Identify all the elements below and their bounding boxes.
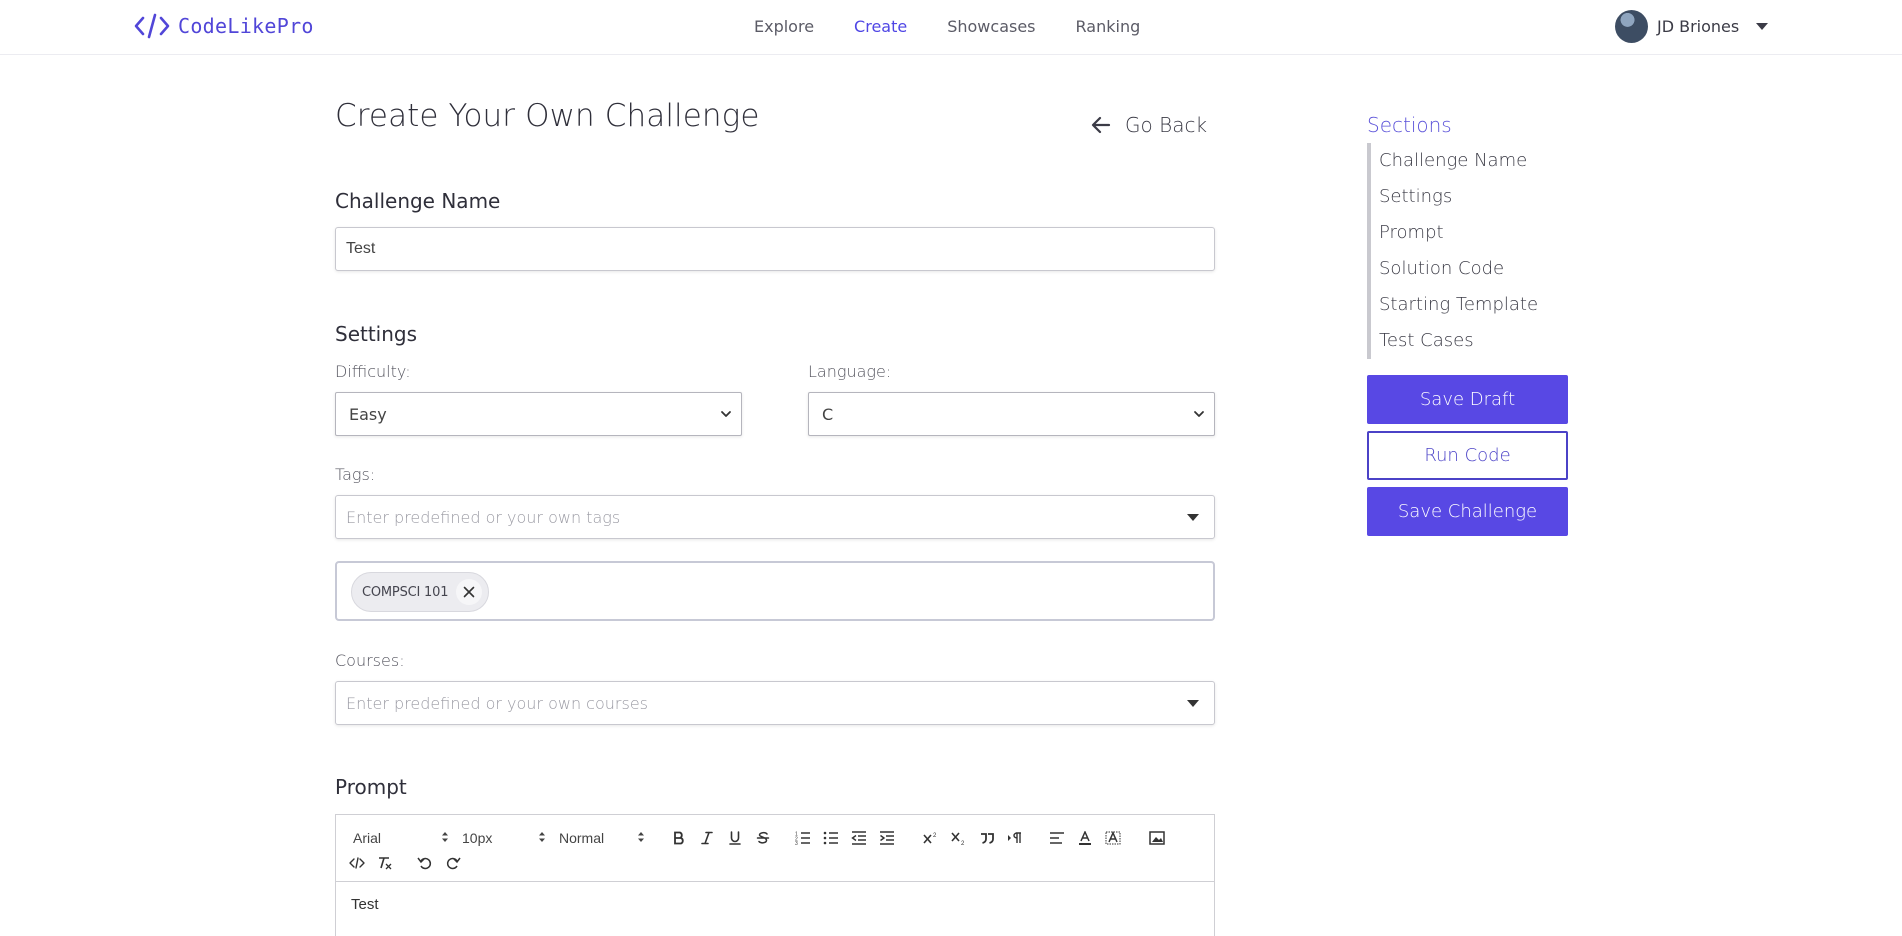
chevron-down-icon[interactable]	[1756, 23, 1769, 30]
page-title: Create Your Own Challenge	[335, 98, 760, 134]
code-logo-icon	[134, 13, 170, 39]
chevron-down-icon	[1194, 411, 1204, 417]
font-color-icon[interactable]	[1074, 827, 1096, 849]
editor-content[interactable]: Test	[336, 882, 1214, 927]
svg-text:2: 2	[961, 841, 965, 845]
bullet-list-icon[interactable]	[820, 827, 842, 849]
strikethrough-icon[interactable]	[752, 827, 774, 849]
updown-icon	[638, 832, 644, 842]
run-code-button[interactable]: Run Code	[1367, 431, 1568, 480]
difficulty-value: Easy	[349, 404, 387, 424]
editor-toolbar: Arial 10px Normal 123 2 2	[336, 815, 1214, 882]
brand-name: CodeLikePro	[178, 14, 314, 38]
font-family-select[interactable]: Arial	[353, 828, 449, 848]
language-label: Language:	[808, 362, 892, 381]
nav-create[interactable]: Create	[854, 17, 907, 36]
nav-showcases[interactable]: Showcases	[947, 17, 1035, 36]
code-view-icon[interactable]	[346, 852, 368, 874]
block-format-select[interactable]: Normal	[559, 828, 645, 848]
image-icon[interactable]	[1146, 827, 1168, 849]
section-link-solution-code[interactable]: Solution Code	[1379, 251, 1567, 287]
user-menu[interactable]: JD Briones	[1615, 10, 1769, 43]
section-link-test-cases[interactable]: Test Cases	[1379, 323, 1567, 359]
svg-text:2: 2	[933, 833, 937, 839]
align-left-icon[interactable]	[1046, 827, 1068, 849]
svg-text:3: 3	[795, 841, 798, 845]
section-link-challenge-name[interactable]: Challenge Name	[1379, 143, 1567, 179]
user-name: JD Briones	[1657, 17, 1740, 36]
bold-icon[interactable]	[668, 827, 690, 849]
font-size-value: 10px	[462, 830, 493, 846]
language-select[interactable]: C	[808, 392, 1215, 436]
brand[interactable]: CodeLikePro	[134, 13, 314, 39]
section-link-settings[interactable]: Settings	[1379, 179, 1567, 215]
font-family-value: Arial	[353, 830, 382, 846]
courses-input[interactable]: Enter predefined or your own courses	[335, 681, 1215, 725]
redo-icon[interactable]	[442, 852, 464, 874]
section-link-starting-template[interactable]: Starting Template	[1379, 287, 1567, 323]
save-draft-button[interactable]: Save Draft	[1367, 375, 1568, 424]
selected-tags-box[interactable]: COMPSCI 101	[335, 561, 1215, 621]
top-navbar: CodeLikePro Explore Create Showcases Ran…	[0, 0, 1902, 55]
courses-label: Courses:	[335, 651, 405, 670]
ordered-list-icon[interactable]: 123	[792, 827, 814, 849]
tags-label: Tags:	[335, 465, 376, 484]
sections-nav: Challenge Name Settings Prompt Solution …	[1367, 143, 1567, 359]
updown-icon	[539, 832, 545, 842]
courses-placeholder: Enter predefined or your own courses	[346, 693, 648, 713]
prompt-heading: Prompt	[335, 775, 407, 799]
language-value: C	[822, 404, 834, 424]
tags-placeholder: Enter predefined or your own tags	[346, 507, 621, 527]
settings-heading: Settings	[335, 322, 418, 346]
chevron-down-icon	[721, 411, 731, 417]
avatar[interactable]	[1615, 10, 1648, 43]
difficulty-label: Difficulty:	[335, 362, 411, 381]
italic-icon[interactable]	[696, 827, 718, 849]
updown-icon	[442, 832, 448, 842]
close-icon[interactable]	[456, 579, 483, 605]
tag-chip: COMPSCI 101	[351, 572, 490, 612]
indent-icon[interactable]	[876, 827, 898, 849]
go-back-button[interactable]: Go Back	[1091, 113, 1207, 137]
prompt-editor: Arial 10px Normal 123 2 2 Test	[335, 814, 1215, 936]
go-back-label: Go Back	[1125, 113, 1208, 137]
underline-icon[interactable]	[724, 827, 746, 849]
clear-format-icon[interactable]	[374, 852, 396, 874]
nav-explore[interactable]: Explore	[754, 17, 814, 36]
main-nav: Explore Create Showcases Ranking	[754, 17, 1180, 36]
subscript-icon[interactable]: 2	[948, 827, 970, 849]
arrow-left-icon	[1091, 116, 1111, 134]
undo-icon[interactable]	[414, 852, 436, 874]
nav-ranking[interactable]: Ranking	[1076, 17, 1141, 36]
tags-input[interactable]: Enter predefined or your own tags	[335, 495, 1215, 539]
tag-chip-label: COMPSCI 101	[362, 584, 449, 600]
quote-icon[interactable]	[976, 827, 998, 849]
challenge-name-input[interactable]: Test	[335, 227, 1215, 271]
sections-title: Sections	[1367, 113, 1452, 137]
x-icon	[463, 586, 475, 598]
background-color-icon[interactable]	[1102, 827, 1124, 849]
block-format-value: Normal	[559, 830, 605, 846]
section-link-prompt[interactable]: Prompt	[1379, 215, 1567, 251]
font-size-select[interactable]: 10px	[462, 828, 546, 848]
caret-down-icon[interactable]	[1187, 700, 1199, 707]
challenge-name-heading: Challenge Name	[335, 189, 501, 213]
difficulty-select[interactable]: Easy	[335, 392, 742, 436]
outdent-icon[interactable]	[848, 827, 870, 849]
superscript-icon[interactable]: 2	[920, 827, 942, 849]
text-direction-icon[interactable]	[1004, 827, 1026, 849]
save-challenge-button[interactable]: Save Challenge	[1367, 487, 1568, 536]
caret-down-icon[interactable]	[1187, 514, 1199, 521]
